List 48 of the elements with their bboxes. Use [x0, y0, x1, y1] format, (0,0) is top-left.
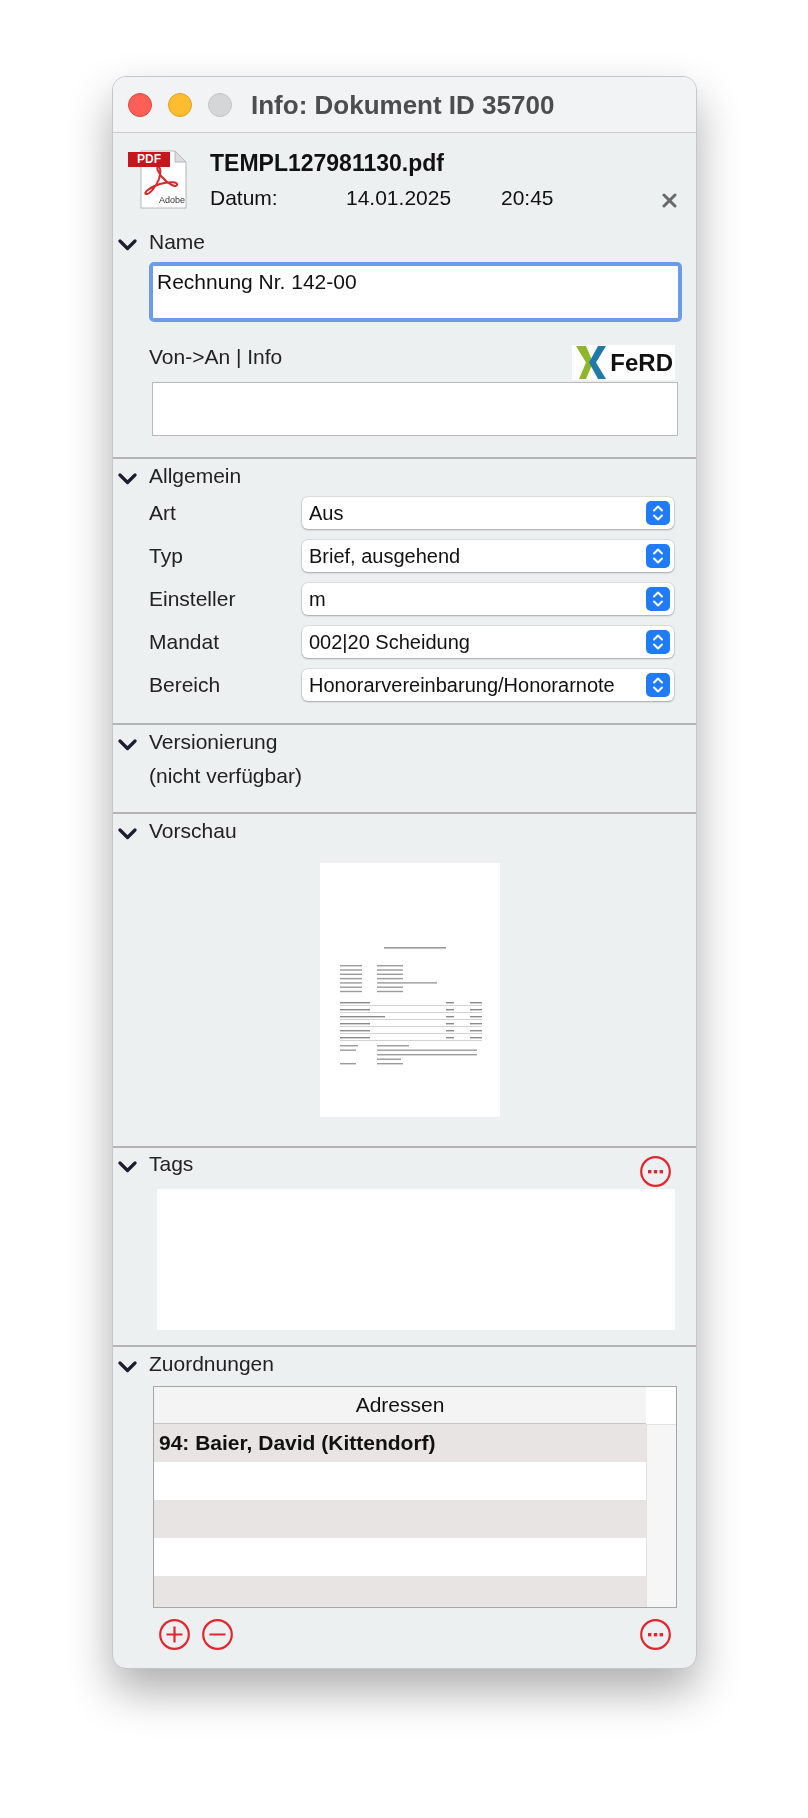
field-label: Art	[149, 500, 176, 524]
date-value: 14.01.2025	[346, 185, 452, 209]
field-label: Einsteller	[149, 586, 236, 610]
close-icon[interactable]	[662, 192, 677, 208]
x-mark-icon	[576, 346, 607, 379]
table-cell[interactable]: 94: Baier, David (Kittendorf)	[154, 1424, 646, 1462]
field-label: Von->An | Info	[149, 345, 283, 369]
popup-button[interactable]: Brief, ausgehend	[302, 540, 674, 572]
chevron-down-icon[interactable]	[118, 239, 137, 251]
chevron-down-icon[interactable]	[118, 1161, 137, 1173]
section-title: Vorschau	[149, 818, 237, 844]
field-label: Typ	[149, 543, 183, 567]
field-label: Bereich	[149, 672, 221, 696]
section-title: Tags	[149, 1151, 194, 1177]
up-down-arrows-icon	[646, 673, 670, 697]
date-label: Datum:	[210, 185, 278, 209]
popup-button[interactable]: 002|20 Scheidung	[302, 626, 674, 658]
section-title: Zuordnungen	[149, 1351, 274, 1377]
up-down-arrows-icon	[646, 630, 670, 654]
column-header[interactable]: Adressen	[154, 1387, 646, 1424]
popup-button[interactable]: m	[302, 583, 674, 615]
name-field[interactable]: Rechnung Nr. 142-00	[149, 262, 682, 322]
info-field[interactable]	[152, 382, 678, 436]
section-title: Allgemein	[149, 463, 242, 489]
section-title: Name	[149, 229, 206, 255]
more-options-icon[interactable]	[640, 1619, 671, 1650]
window-title: Info: Dokument ID 35700	[251, 88, 555, 121]
field-label: Mandat	[149, 629, 220, 653]
chevron-down-icon[interactable]	[118, 1361, 137, 1373]
chevron-down-icon[interactable]	[118, 739, 137, 751]
remove-icon[interactable]	[202, 1619, 233, 1650]
adobe-label: Adobe	[159, 195, 186, 206]
more-options-icon[interactable]	[640, 1156, 671, 1187]
file-name: TEMPL127981130.pdf	[210, 149, 445, 177]
note-text: (nicht verfügbar)	[149, 764, 302, 788]
logo-text: FeRD	[610, 348, 673, 377]
up-down-arrows-icon	[646, 544, 670, 568]
section-title: Versionierung	[149, 729, 278, 755]
pdf-label: PDF	[128, 152, 170, 167]
chevron-down-icon[interactable]	[118, 828, 137, 840]
chevron-down-icon[interactable]	[118, 473, 137, 485]
up-down-arrows-icon	[646, 501, 670, 525]
add-icon[interactable]	[159, 1619, 190, 1650]
popup-button[interactable]: Honorarvereinbarung/Honorarnote	[302, 669, 674, 701]
up-down-arrows-icon	[646, 587, 670, 611]
window-close-button[interactable]	[128, 92, 152, 117]
time-value: 20:45	[501, 185, 554, 211]
popup-button[interactable]: Aus	[302, 497, 674, 529]
